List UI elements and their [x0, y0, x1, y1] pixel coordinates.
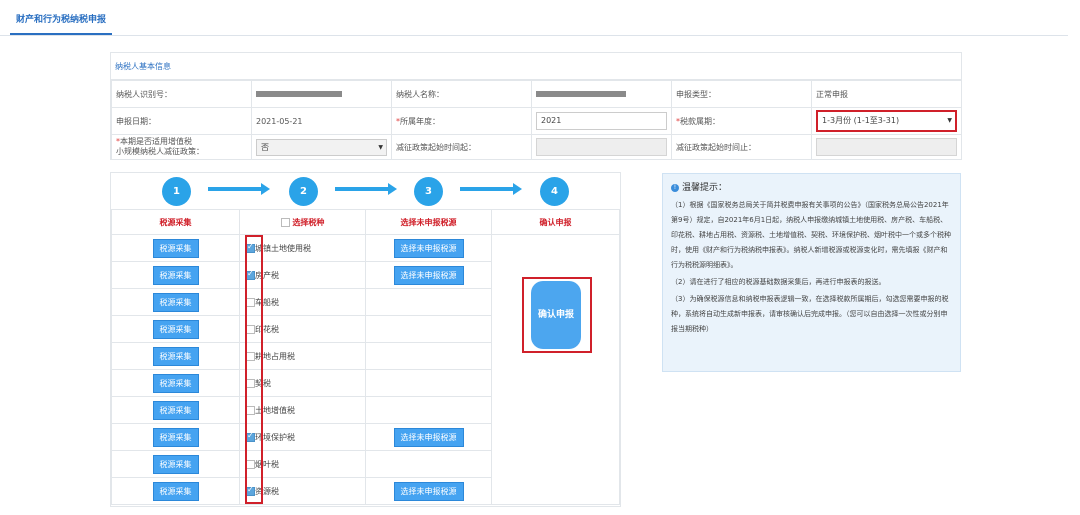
collect-source-button[interactable]: 税源采集	[152, 292, 199, 312]
info-icon: !	[671, 183, 679, 192]
tips-body: （1）根据《国家税务总局关于简并税费申报有关事项的公告》（国家税务总局公告202…	[671, 198, 954, 339]
policy-end-input	[816, 138, 957, 156]
table-row: 税源采集城镇土地使用税选择未申报税源	[111, 234, 620, 505]
policy-start-label: 减征政策起始时间起：	[391, 134, 532, 160]
step-indicator: 1 2 3 4	[111, 173, 620, 209]
collect-source-button[interactable]: 税源采集	[152, 319, 199, 339]
collect-cell: 税源采集	[111, 315, 240, 343]
collect-cell: 税源采集	[111, 450, 240, 478]
tab-property-behavior-tax[interactable]: 财产和行为税纳税申报	[10, 0, 113, 35]
step-2-circle: 2	[289, 177, 318, 206]
unreported-cell	[365, 450, 492, 478]
arrow-right-icon	[460, 183, 522, 195]
collect-source-button[interactable]: 税源采集	[152, 427, 199, 447]
tips-panel: ! 温馨提示： （1）根据《国家税务总局关于简并税费申报有关事项的公告》（国家税务…	[662, 173, 961, 372]
step-4-circle: 4	[540, 177, 569, 206]
period-label-cell: *税款属期：	[671, 107, 812, 135]
taxpayer-name-value	[531, 80, 672, 108]
unreported-cell	[365, 315, 492, 343]
column-header-confirm: 确认申报	[491, 209, 620, 235]
tax-type-label: 城镇土地使用税	[255, 243, 311, 253]
unreported-cell	[365, 369, 492, 397]
basic-info-panel: 纳税人基本信息 纳税人识别号： 纳税人名称： 申报类型： 正常申报 申报日期： …	[110, 52, 962, 160]
select-unreported-button[interactable]: 选择未申报税源	[393, 427, 464, 447]
arrow-right-icon	[335, 183, 397, 195]
declare-date-label: 申报日期：	[111, 107, 252, 135]
declare-date-value: 2021-05-21	[251, 107, 392, 135]
policy-start-input	[536, 138, 667, 156]
select-all-checkbox[interactable]	[280, 217, 290, 227]
collect-cell: 税源采集	[111, 477, 240, 505]
column-header-collect: 税源采集	[111, 209, 240, 235]
taxpayer-id-value	[251, 80, 392, 108]
policy-end-label: 减征政策起始时间止：	[671, 134, 812, 160]
year-label-cell: *所属年度：	[391, 107, 532, 135]
basic-info-header: 纳税人基本信息	[111, 53, 961, 80]
taxpayer-id-label: 纳税人识别号：	[111, 80, 252, 108]
unreported-cell: 选择未申报税源	[365, 234, 492, 262]
policy-end-cell	[811, 134, 962, 160]
collect-source-button[interactable]: 税源采集	[152, 400, 199, 420]
select-unreported-button[interactable]: 选择未申报税源	[393, 481, 464, 501]
period-select[interactable]: 1-3月份 (1-1至3-31) ▼	[816, 110, 957, 132]
collect-source-button[interactable]: 税源采集	[152, 265, 199, 285]
masked-value	[536, 91, 626, 97]
tips-paragraph-3: （3）为确保税源信息和纳税申报表逻辑一致，在选择税款所属期后，勾选您需要申报的税…	[671, 295, 949, 333]
chevron-down-icon: ▼	[947, 117, 952, 124]
column-header-unreported: 选择未申报税源	[365, 209, 492, 235]
arrow-right-icon	[208, 183, 270, 195]
tips-title: ! 温馨提示：	[671, 180, 727, 193]
year-label: 所属年度：	[400, 116, 440, 126]
column-header-choose-tax: 选择税种	[239, 209, 366, 235]
declaration-steps-panel: 1 2 3 4 税源采集 选择税种 选择未申报税源 确认申报 税源采集城镇土地使…	[110, 172, 621, 507]
confirm-cell	[491, 234, 620, 505]
collect-source-button[interactable]: 税源采集	[152, 346, 199, 366]
declare-type-label: 申报类型：	[671, 80, 812, 108]
checkbox-highlight-box	[245, 235, 263, 504]
collect-cell: 税源采集	[111, 261, 240, 289]
small-scale-label: *本期是否适用增值税 小规模纳税人减征政策：	[111, 134, 252, 160]
collect-source-button[interactable]: 税源采集	[152, 238, 199, 258]
declare-type-value: 正常申报	[811, 80, 962, 108]
collect-cell: 税源采集	[111, 342, 240, 370]
tab-bar: 财产和行为税纳税申报	[0, 0, 1068, 36]
policy-start-cell	[531, 134, 672, 160]
small-scale-select[interactable]: 否 ▼	[256, 138, 387, 156]
tips-paragraph-2: （2）请在进行了相应的税源基础数据采集后，再进行申报表的报送。	[671, 278, 886, 286]
step-3-circle: 3	[414, 177, 443, 206]
period-cell: 1-3月份 (1-1至3-31) ▼	[811, 107, 962, 135]
taxpayer-name-label: 纳税人名称：	[391, 80, 532, 108]
unreported-cell	[365, 288, 492, 316]
small-scale-cell: 否 ▼	[251, 134, 392, 160]
collect-cell: 税源采集	[111, 234, 240, 262]
unreported-cell	[365, 342, 492, 370]
collect-source-button[interactable]: 税源采集	[152, 481, 199, 501]
select-unreported-button[interactable]: 选择未申报税源	[393, 265, 464, 285]
year-cell: 2021	[531, 107, 672, 135]
confirm-declare-button[interactable]: 确认申报	[531, 281, 581, 349]
unreported-cell: 选择未申报税源	[365, 261, 492, 289]
tips-paragraph-1: （1）根据《国家税务总局关于简并税费申报有关事项的公告》（国家税务总局公告202…	[671, 201, 951, 269]
collect-cell: 税源采集	[111, 369, 240, 397]
step-1-circle: 1	[162, 177, 191, 206]
collect-cell: 税源采集	[111, 288, 240, 316]
unreported-cell: 选择未申报税源	[365, 423, 492, 451]
select-unreported-button[interactable]: 选择未申报税源	[393, 238, 464, 258]
collect-cell: 税源采集	[111, 423, 240, 451]
unreported-cell	[365, 396, 492, 424]
unreported-cell: 选择未申报税源	[365, 477, 492, 505]
tax-type-table: 税源采集 选择税种 选择未申报税源 确认申报 税源采集城镇土地使用税选择未申报税…	[111, 209, 620, 505]
chevron-down-icon: ▼	[378, 143, 383, 151]
year-input[interactable]: 2021	[536, 112, 667, 130]
collect-cell: 税源采集	[111, 396, 240, 424]
collect-source-button[interactable]: 税源采集	[152, 373, 199, 393]
collect-source-button[interactable]: 税源采集	[152, 454, 199, 474]
period-label: 税款属期：	[680, 116, 720, 126]
masked-value	[256, 91, 342, 97]
